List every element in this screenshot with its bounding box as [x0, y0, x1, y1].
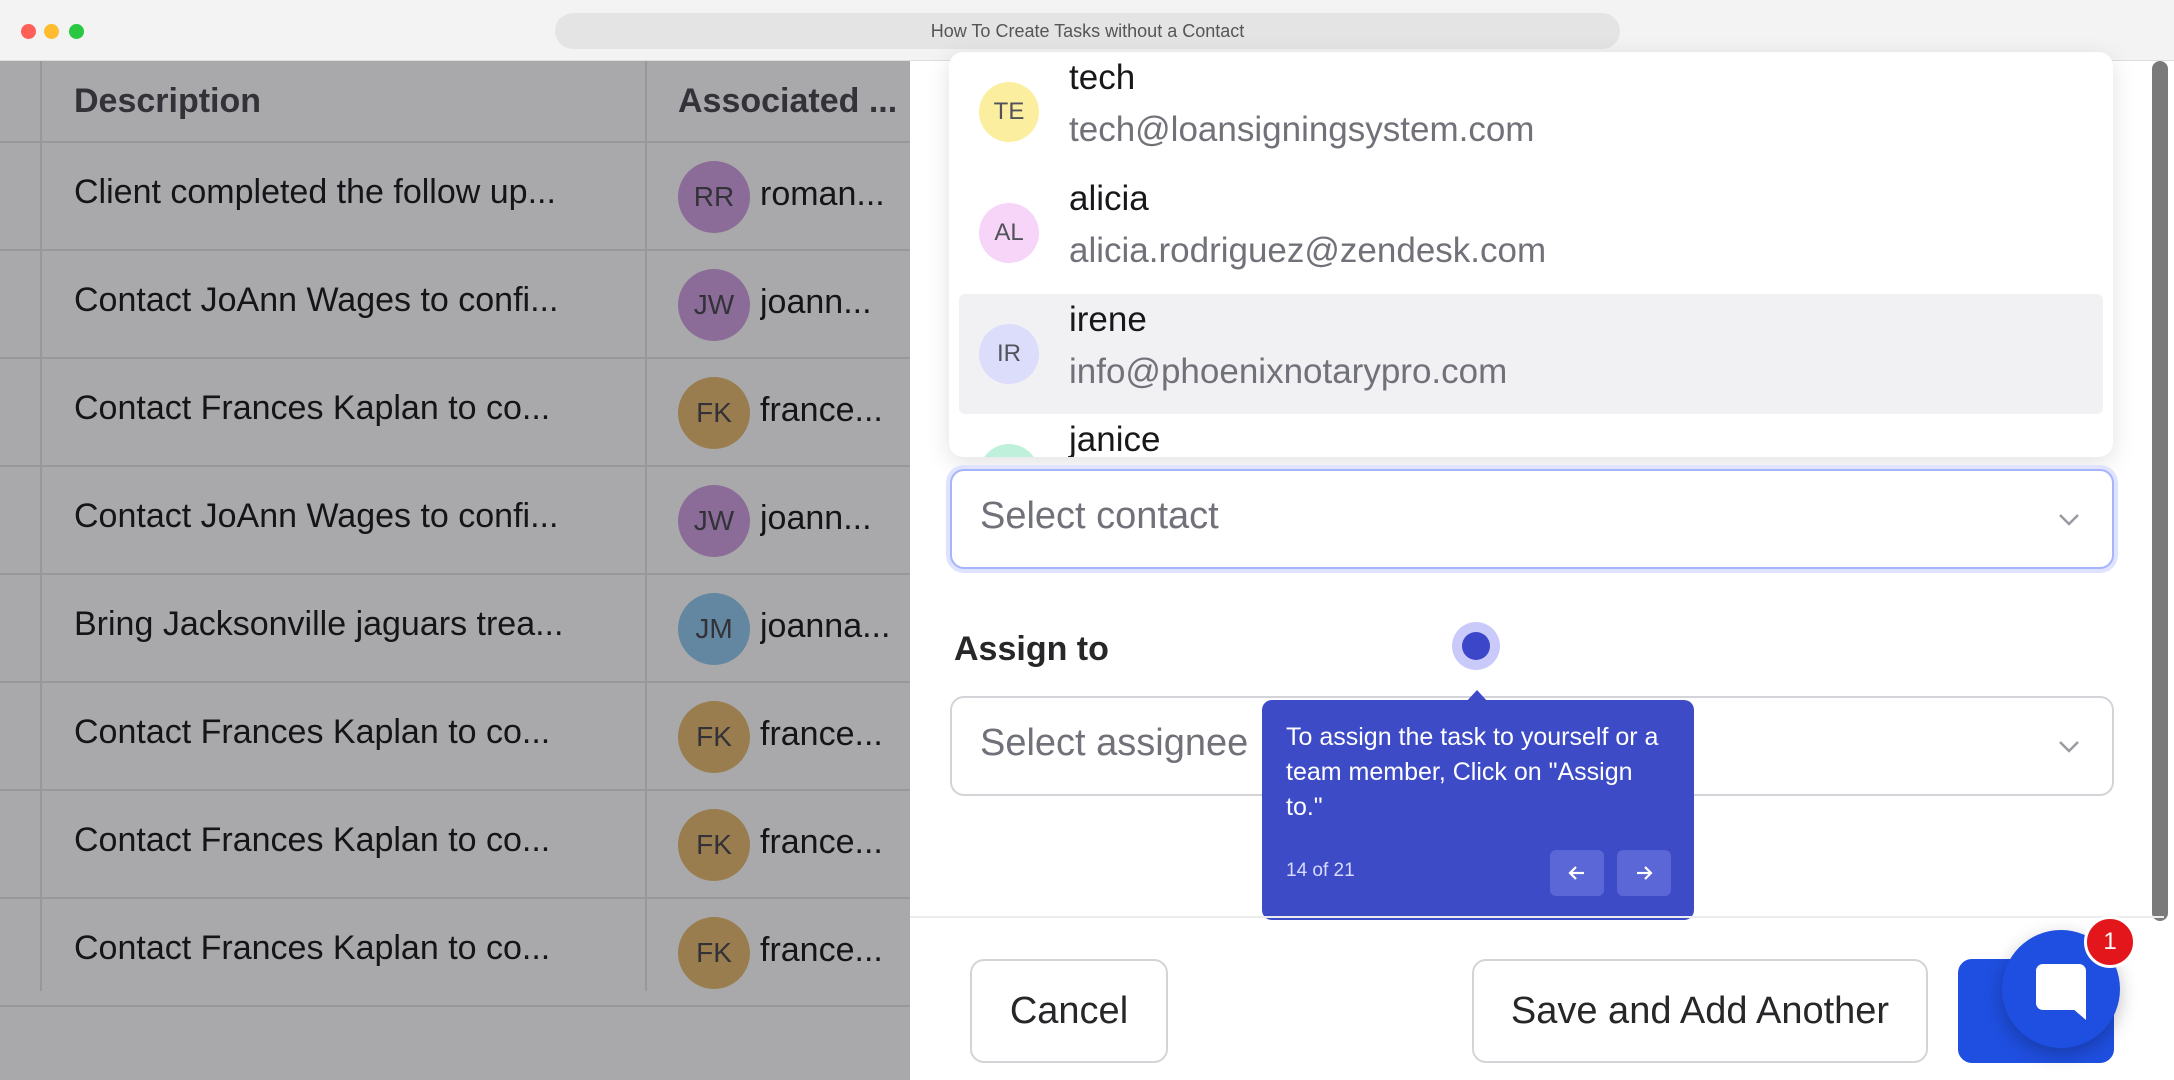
contact-dropdown-menu: TE tech tech@loansigningsystem.com AL al… [949, 52, 2113, 457]
panel-scrollbar[interactable] [2152, 61, 2168, 921]
arrow-left-icon [1568, 866, 1584, 880]
contact-option[interactable]: AL alicia alicia.rodriguez@zendesk.com [959, 173, 2103, 293]
contact-option-name: tech [1069, 58, 1136, 97]
contact-option-email: tech@loansigningsystem.com [1069, 110, 1535, 149]
maximize-window-button[interactable] [69, 24, 84, 39]
footer-divider [910, 916, 2164, 918]
avatar [979, 444, 1039, 457]
avatar: TE [979, 82, 1039, 142]
contact-option-name: irene [1069, 300, 1147, 339]
hotspot-beacon[interactable] [1462, 632, 1490, 660]
modal-backdrop[interactable] [0, 61, 910, 1080]
save-and-add-another-button[interactable]: Save and Add Another [1472, 959, 1928, 1063]
previous-step-button[interactable] [1550, 850, 1604, 896]
contact-select-placeholder: Select contact [980, 495, 1219, 537]
contact-option-name: alicia [1069, 179, 1149, 218]
browser-window: How To Create Tasks without a Contact De… [0, 0, 2174, 1080]
contact-option[interactable]: janice [959, 414, 2103, 457]
contact-option[interactable]: TE tech tech@loansigningsystem.com [959, 52, 2103, 172]
chat-notification-badge: 1 [2084, 916, 2136, 968]
contact-option-highlighted[interactable]: IR irene info@phoenixnotarypro.com [959, 294, 2103, 414]
contact-option-name: janice [1069, 420, 1161, 457]
tooltip-text: To assign the task to yourself or a team… [1286, 723, 1659, 821]
chevron-down-icon [2059, 741, 2079, 753]
address-bar[interactable]: How To Create Tasks without a Contact [555, 13, 1620, 49]
assignee-select-placeholder: Select assignee [980, 722, 1249, 764]
contact-option-email: alicia.rodriguez@zendesk.com [1069, 231, 1547, 270]
cancel-button[interactable]: Cancel [970, 959, 1168, 1063]
minimize-window-button[interactable] [44, 24, 59, 39]
contact-select[interactable]: Select contact [950, 469, 2114, 569]
arrow-right-icon [1637, 866, 1653, 880]
avatar: AL [979, 203, 1039, 263]
tooltip-step-counter: 14 of 21 [1286, 860, 1355, 881]
avatar: IR [979, 324, 1039, 384]
close-window-button[interactable] [21, 24, 36, 39]
guide-tooltip: To assign the task to yourself or a team… [1262, 700, 1694, 920]
next-step-button[interactable] [1617, 850, 1671, 896]
contact-option-email: info@phoenixnotarypro.com [1069, 352, 1508, 391]
assign-to-label: Assign to [954, 630, 1109, 668]
chevron-down-icon [2059, 514, 2079, 526]
